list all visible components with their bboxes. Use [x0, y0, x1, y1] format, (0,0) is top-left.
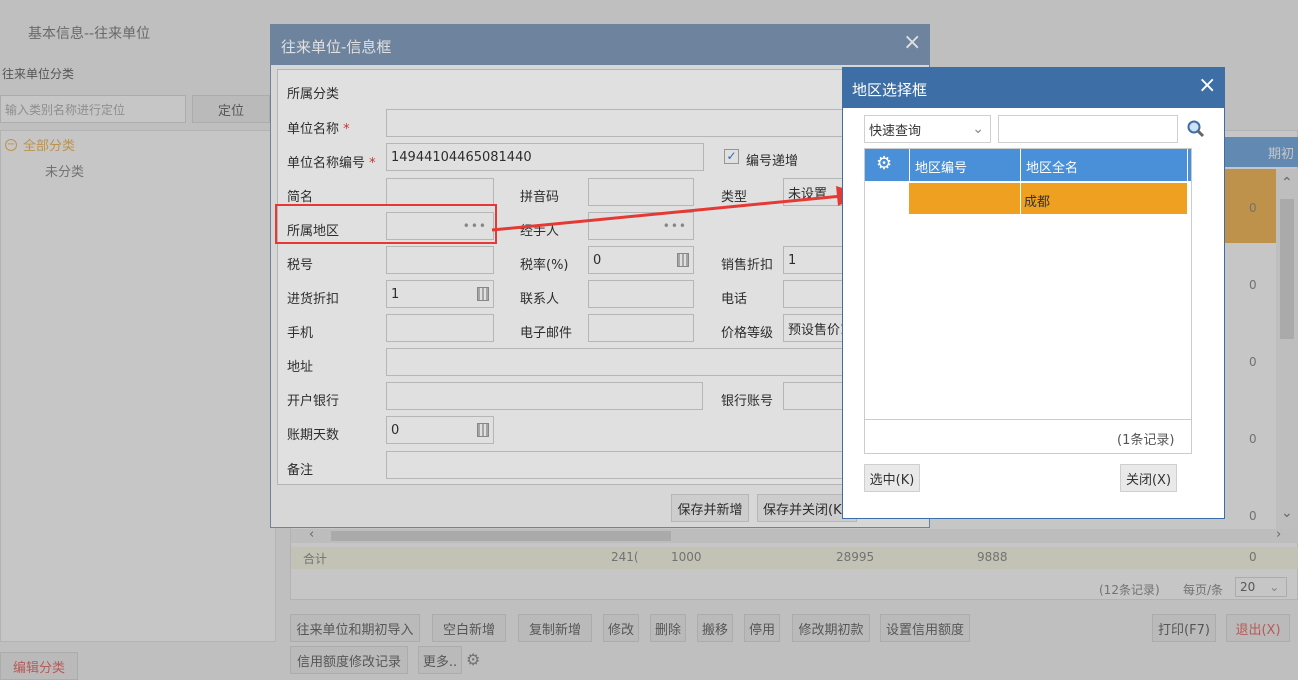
region-name-cell: 成都 [1024, 195, 1051, 210]
region-row[interactable]: 成都 [909, 183, 1187, 214]
region-grid-footer: (1条记录) [865, 419, 1191, 453]
region-search-input[interactable] [998, 115, 1178, 143]
region-grid-header: ⚙ 地区编号 地区全名 [865, 149, 1191, 181]
select-button[interactable]: 选中(K) [864, 464, 920, 492]
col-divider [909, 149, 910, 181]
col-header-region-code[interactable]: 地区编号 [915, 157, 967, 176]
region-record-count: (1条记录) [1117, 433, 1175, 448]
col-divider [1020, 183, 1021, 214]
close-icon[interactable]: × [1198, 73, 1216, 98]
col-divider [1020, 149, 1021, 181]
region-select-dialog: 地区选择框 × 快速查询 ⌄ ⚙ 地区编号 地区全名 成都 (1条记录) 选中(… [842, 67, 1225, 519]
query-mode-select[interactable]: 快速查询 ⌄ [864, 115, 991, 143]
region-dialog-title: 地区选择框 [852, 81, 928, 99]
col-header-region-name[interactable]: 地区全名 [1026, 157, 1078, 176]
region-grid: ⚙ 地区编号 地区全名 成都 (1条记录) [864, 148, 1192, 454]
region-dialog-title-bar: 地区选择框 × [843, 68, 1224, 108]
query-mode-value: 快速查询 [869, 123, 922, 139]
region-close-button[interactable]: 关闭(X) [1120, 464, 1177, 492]
search-icon[interactable] [1186, 119, 1206, 139]
col-divider [1187, 149, 1188, 181]
chevron-down-icon: ⌄ [972, 121, 984, 137]
gear-icon[interactable]: ⚙ [876, 153, 892, 174]
